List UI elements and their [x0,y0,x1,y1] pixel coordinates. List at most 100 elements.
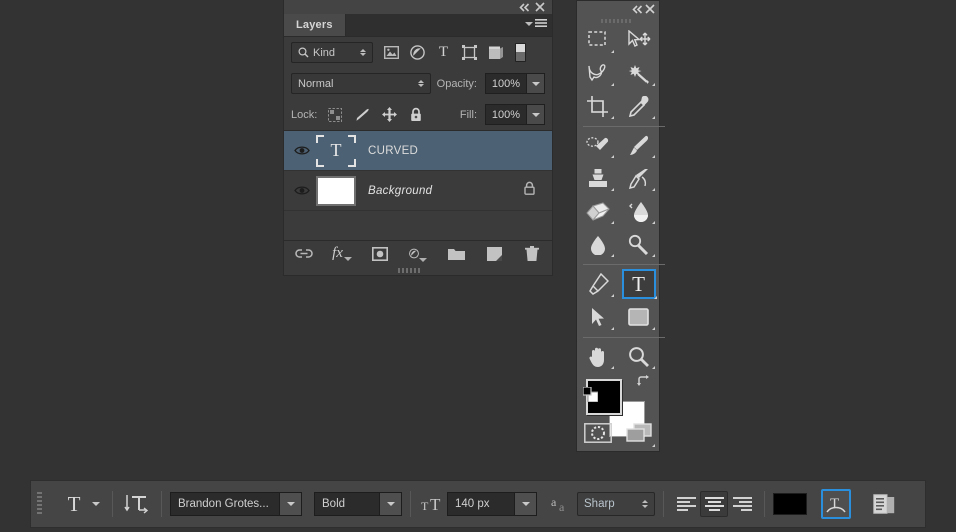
layer-list[interactable]: T CURVED Background [284,130,552,240]
fill-input[interactable]: 100% [485,104,527,125]
move-tool[interactable] [618,24,659,57]
rectangular-marquee-tool[interactable] [577,24,618,57]
collapse-double-left-icon[interactable] [516,0,532,14]
tool-grid-group-3: T [577,268,659,334]
spot-healing-brush-tool[interactable] [577,129,618,162]
svg-text:T: T [830,496,839,512]
close-icon[interactable] [645,1,655,19]
lock-all-icon [523,181,536,200]
lock-transparent-pixels-icon[interactable] [327,107,343,123]
align-left-button[interactable] [672,491,700,517]
type-layer-filter-icon[interactable]: T [435,44,452,61]
anti-aliasing-icon: aa [549,491,577,517]
tool-grid-group-1 [577,24,659,123]
panel-menu-icon[interactable] [525,19,547,29]
layer-visibility-icon[interactable] [290,145,314,156]
add-layer-mask-icon[interactable] [371,245,389,263]
link-layers-icon[interactable] [295,245,313,263]
type-tool-icon[interactable]: T [60,491,88,517]
photoshop-workspace: Layers Kind T Normal Opacity: 100% Lock:… [0,0,956,532]
font-family-input[interactable]: Brandon Grotes... [170,492,280,516]
tool-grid-group-4 [577,340,659,373]
shape-layer-filter-icon[interactable] [461,44,478,61]
opacity-input[interactable]: 100% [485,73,527,94]
crop-tool[interactable] [577,90,618,123]
brush-tool[interactable] [618,129,659,162]
smart-object-filter-icon[interactable] [487,44,504,61]
filter-kind-select[interactable]: Kind [291,42,373,63]
history-brush-tool[interactable] [618,162,659,195]
horizontal-type-tool[interactable]: T [618,268,659,301]
svg-text:T: T [421,499,429,513]
path-selection-tool[interactable] [577,301,618,334]
magic-wand-tool[interactable] [618,57,659,90]
new-group-icon[interactable] [447,245,465,263]
spinner-icon [360,49,366,56]
lock-all-icon[interactable] [408,107,424,123]
font-style-dropdown-button[interactable] [380,492,402,516]
divider [410,491,411,517]
layer-name[interactable]: Background [368,185,432,197]
warp-text-button[interactable]: T [821,489,851,519]
anti-aliasing-select[interactable]: Sharp [577,492,655,516]
font-size-dropdown-button[interactable] [515,492,537,516]
svg-text:a: a [551,495,557,509]
delete-layer-icon[interactable] [523,245,541,263]
eyedropper-tool[interactable] [618,90,659,123]
tool-preset-chevron-down-icon[interactable] [88,491,104,517]
new-layer-icon[interactable] [485,245,503,263]
align-center-button[interactable] [700,491,728,517]
adjustment-layer-filter-icon[interactable] [409,44,426,61]
hand-tool[interactable] [577,340,618,373]
gradient-tool[interactable] [618,195,659,228]
screen-mode-icon[interactable] [618,415,659,451]
pixel-layer-filter-icon[interactable] [383,44,400,61]
table-row[interactable]: Background [284,171,552,211]
svg-text:a: a [559,500,565,513]
dodge-tool[interactable] [618,228,659,261]
tool-separator [583,125,665,127]
swap-colors-icon[interactable] [637,375,651,394]
rectangle-tool[interactable] [618,301,659,334]
clone-stamp-tool[interactable] [577,162,618,195]
layer-visibility-icon[interactable] [290,185,314,196]
panel-resize-grip[interactable] [284,266,552,275]
font-style-input[interactable]: Bold [314,492,380,516]
text-color-swatch[interactable] [773,493,807,515]
blur-tool[interactable] [577,228,618,261]
white-background-thumbnail[interactable] [316,175,356,206]
lock-position-icon[interactable] [381,107,397,123]
table-row[interactable]: T CURVED [284,131,552,171]
anti-aliasing-value: Sharp [584,498,615,510]
opacity-control: 100% [485,73,545,94]
close-icon[interactable] [532,0,548,14]
zoom-tool[interactable] [618,340,659,373]
layer-style-fx-icon[interactable]: fx [332,245,352,263]
new-adjustment-layer-icon[interactable] [409,245,427,263]
eraser-tool[interactable] [577,195,618,228]
toggle-text-orientation-icon[interactable] [121,491,153,517]
fill-dropdown-button[interactable] [527,104,545,125]
blend-mode-select[interactable]: Normal [291,73,431,94]
filter-kind-label: Kind [313,46,336,59]
font-family-dropdown-button[interactable] [280,492,302,516]
lock-image-pixels-icon[interactable] [354,107,370,123]
divider [161,491,162,517]
default-colors-icon[interactable] [582,386,599,407]
font-size-input[interactable]: 140 px [447,492,515,516]
filter-enable-toggle[interactable] [515,43,526,62]
toggle-character-paragraph-panels-button[interactable] [869,491,899,517]
pen-tool[interactable] [577,268,618,301]
layer-name[interactable]: CURVED [368,145,418,157]
svg-text:T: T [430,495,441,513]
type-layer-thumbnail[interactable]: T [316,134,356,167]
opacity-dropdown-button[interactable] [527,73,545,94]
lasso-tool[interactable] [577,57,618,90]
quick-mask-mode-icon[interactable] [577,415,618,451]
tools-panel: T [576,0,665,452]
type-tool-options-bar: T Brandon Grotes... Bold TT 140 px aa Sh… [30,480,926,528]
collapse-double-left-icon[interactable] [632,1,643,19]
align-right-button[interactable] [728,491,756,517]
tab-layers[interactable]: Layers [284,14,346,36]
drag-grip-icon[interactable] [37,491,46,517]
